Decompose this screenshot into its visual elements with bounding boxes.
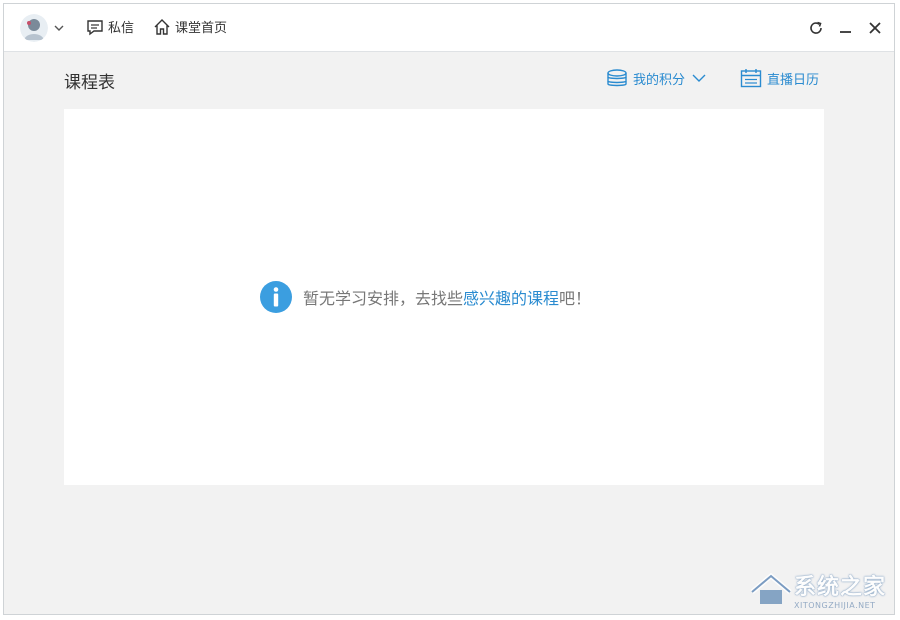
message-icon	[87, 19, 103, 35]
messages-button[interactable]: 私信	[86, 17, 134, 36]
user-menu[interactable]	[20, 14, 65, 42]
watermark-sub: XITONGZHIJIA.NET	[793, 601, 876, 610]
home-button[interactable]: 课堂首页	[153, 17, 227, 36]
info-icon	[260, 281, 292, 313]
home-icon	[154, 18, 170, 35]
avatar	[20, 14, 48, 42]
live-calendar-link[interactable]: 直播日历	[740, 68, 819, 88]
live-calendar-label: 直播日历	[767, 72, 820, 88]
chevron-down-icon	[692, 74, 706, 82]
title-bar: 私信 课堂首页	[4, 4, 894, 52]
empty-state-prefix: 暂无学习安排，去找些	[303, 289, 464, 308]
chevron-down-icon	[54, 25, 64, 31]
my-points-dropdown[interactable]: 我的积分	[606, 68, 708, 88]
coins-icon	[607, 69, 627, 87]
minimize-icon[interactable]	[837, 19, 855, 37]
empty-state-suffix: 吧！	[559, 289, 592, 308]
watermark-text: 系统之家	[793, 575, 886, 600]
my-points-label: 我的积分	[633, 72, 686, 88]
interesting-courses-link[interactable]: 感兴趣的课程	[463, 285, 559, 309]
empty-state-message: 暂无学习安排，去找些 感兴趣的课程 吧！	[260, 281, 591, 313]
home-label: 课堂首页	[175, 21, 228, 36]
page-title: 课程表	[64, 73, 115, 93]
watermark: 系统之家 XITONGZHIJIA.NET	[748, 569, 886, 610]
app-window: 私信 课堂首页 课程表 我的积分 直播日历 暂无学习安排，去找些 感兴趣的课程 …	[3, 3, 895, 615]
refresh-icon[interactable]	[807, 19, 825, 37]
close-icon[interactable]	[866, 19, 884, 37]
house-logo-icon	[750, 572, 792, 604]
messages-label: 私信	[108, 21, 135, 36]
calendar-icon	[740, 69, 762, 88]
schedule-panel: 暂无学习安排，去找些 感兴趣的课程 吧！	[64, 109, 824, 485]
